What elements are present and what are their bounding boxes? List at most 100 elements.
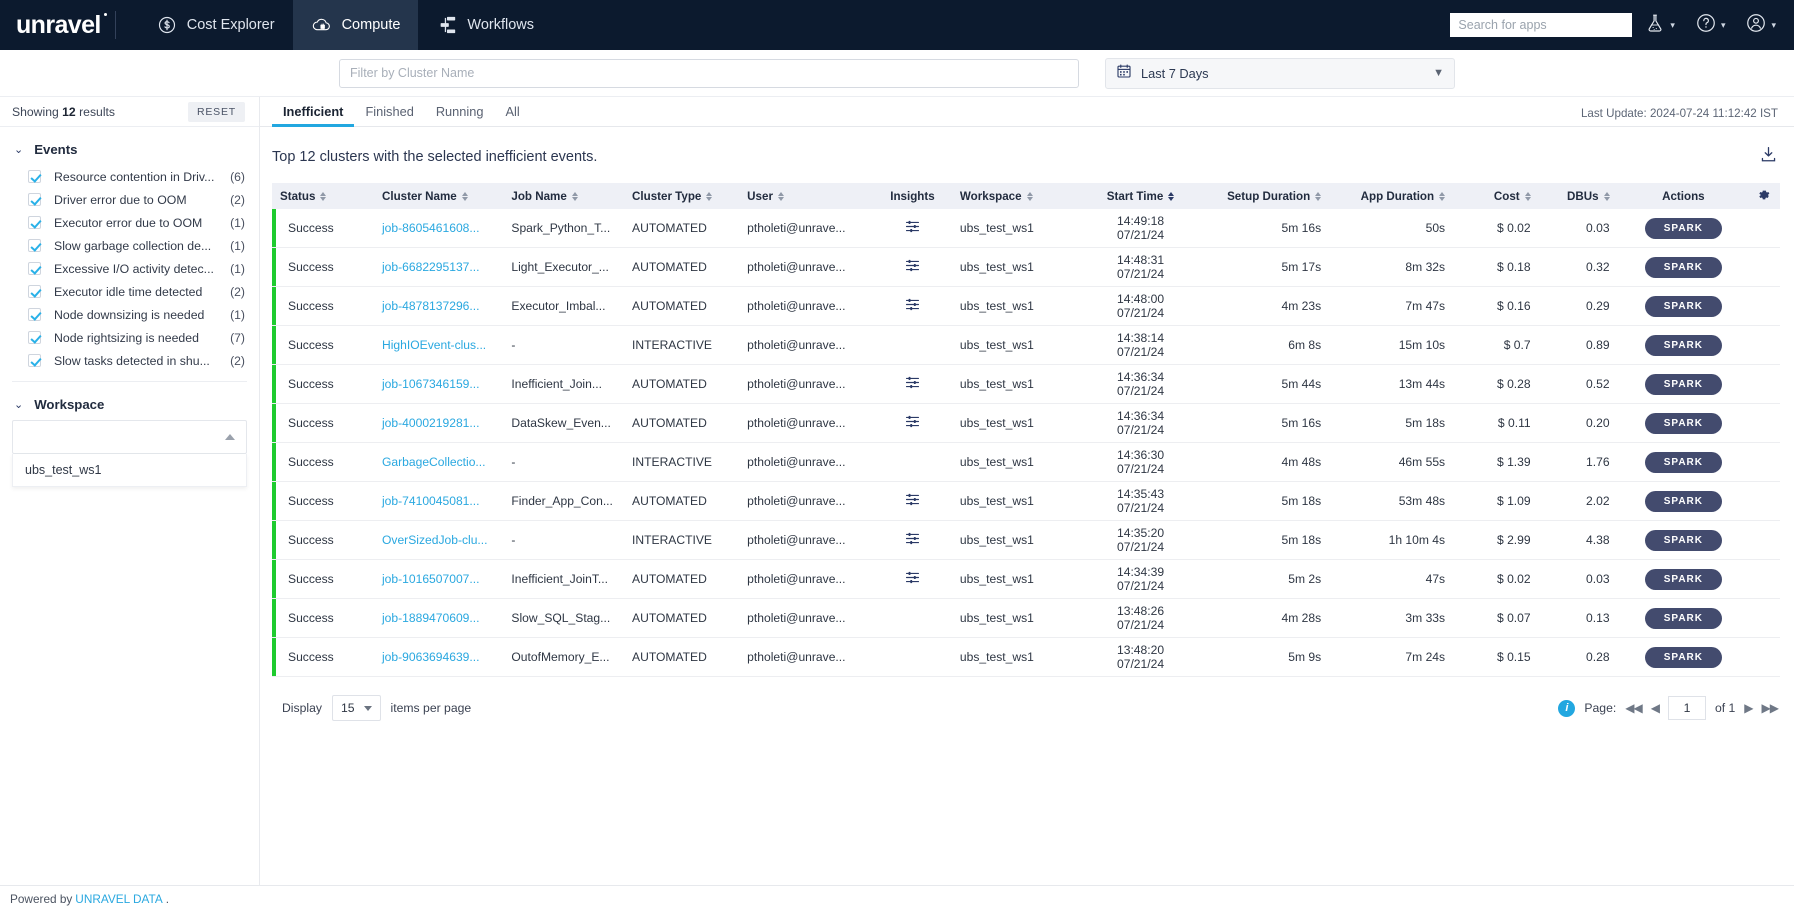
cluster-name-link[interactable]: job-1016507007... [382,572,480,586]
cell-actions[interactable]: SPARK [1618,443,1750,482]
spark-action-button[interactable]: SPARK [1644,412,1722,434]
table-row[interactable]: Success job-7410045081... Finder_App_Con..… [272,481,1780,521]
nav-item-cost-explorer[interactable]: Cost Explorer [138,0,293,50]
sort-icon[interactable] [1168,191,1175,201]
cell-cluster-name[interactable]: job-9063694639... [374,638,503,677]
cell-cluster-name[interactable]: job-1889470609... [374,599,503,638]
insights-icon[interactable] [904,413,921,430]
cell-insights[interactable] [873,287,952,326]
workspace-section-header[interactable]: ⌄ Workspace [0,393,259,420]
column-header-job-name[interactable]: Job Name [503,183,625,209]
unravel-data-link[interactable]: UNRAVEL DATA [75,892,162,906]
column-header-workspace[interactable]: Workspace [951,183,1082,209]
table-row[interactable]: Success HighIOEvent-clus... - INTERACTIVE pt… [272,325,1780,365]
cell-cluster-name[interactable]: job-7410045081... [374,482,503,521]
event-filter-item[interactable]: Excessive I/O activity detec... (1) [0,257,259,280]
cell-insights[interactable] [873,521,952,560]
cluster-name-link[interactable]: job-7410045081... [382,494,480,508]
cell-actions[interactable]: SPARK [1618,365,1750,404]
insights-icon[interactable] [904,569,921,586]
column-header-dbus[interactable]: DBUs [1538,183,1618,209]
table-row[interactable]: Success job-4878137296... Executor_Imbal..… [272,286,1780,326]
sort-icon[interactable] [777,191,784,201]
cell-actions[interactable]: SPARK [1618,209,1750,248]
column-header-cost[interactable]: Cost [1453,183,1539,209]
event-filter-item[interactable]: Slow garbage collection de... (1) [0,234,259,257]
cell-actions[interactable]: SPARK [1618,404,1750,443]
column-header-app-duration[interactable]: App Duration [1329,183,1454,209]
spark-action-button[interactable]: SPARK [1644,529,1722,551]
event-filter-checkbox[interactable] [28,216,41,229]
table-row[interactable]: Success job-6682295137... Light_Executor_.… [272,247,1780,287]
cell-insights[interactable] [873,560,952,599]
cell-actions[interactable]: SPARK [1618,287,1750,326]
prev-page-icon[interactable]: ◀ [1651,701,1660,715]
event-filter-checkbox[interactable] [28,170,41,183]
table-row[interactable]: Success job-1889470609... Slow_SQL_Stag...… [272,598,1780,638]
insights-icon[interactable] [904,374,921,391]
current-page-input[interactable] [1667,696,1706,720]
sort-icon[interactable] [706,191,713,201]
cell-actions[interactable]: SPARK [1618,638,1750,677]
spark-action-button[interactable]: SPARK [1644,568,1722,590]
labs-menu-button[interactable]: ▾ [1636,12,1683,39]
column-settings-header[interactable] [1749,183,1780,209]
event-filter-checkbox[interactable] [28,193,41,206]
event-filter-checkbox[interactable] [28,285,41,298]
date-range-selector[interactable]: Last 7 Days ▼ [1105,57,1455,89]
cell-actions[interactable]: SPARK [1618,599,1750,638]
cell-insights[interactable] [873,443,952,482]
reset-filters-button[interactable]: RESET [187,101,245,122]
cluster-name-link[interactable]: job-6682295137... [382,260,480,274]
cell-cluster-name[interactable]: GarbageCollectio... [374,443,503,482]
search-apps-input[interactable] [1450,13,1633,37]
cluster-name-link[interactable]: OverSizedJob-clu... [382,533,488,547]
sort-icon[interactable] [461,191,468,201]
cell-insights[interactable] [873,248,952,287]
table-row[interactable]: Success job-9063694639... OutofMemory_E...… [272,637,1780,677]
spark-action-button[interactable]: SPARK [1644,256,1722,278]
event-filter-item[interactable]: Resource contention in Driv... (6) [0,165,259,188]
cell-actions[interactable]: SPARK [1618,482,1750,521]
insights-icon[interactable] [904,218,921,235]
cell-insights[interactable] [873,365,952,404]
event-filter-checkbox[interactable] [28,239,41,252]
workspace-select[interactable] [12,420,247,454]
table-row[interactable]: Success job-1016507007... Inefficient_Join… [272,559,1780,599]
cluster-name-filter-input[interactable] [339,58,1079,88]
table-row[interactable]: Success GarbageCollectio... - INTERACTIVE pt… [272,442,1780,482]
cluster-name-link[interactable]: GarbageCollectio... [382,455,486,469]
cell-actions[interactable]: SPARK [1618,248,1750,287]
event-filter-checkbox[interactable] [28,262,41,275]
gear-icon[interactable] [1757,190,1771,205]
sort-icon[interactable] [1524,191,1531,201]
column-header-cluster-name[interactable]: Cluster Name [373,183,504,209]
event-filter-checkbox[interactable] [28,331,41,344]
sort-icon[interactable] [1603,191,1610,201]
cluster-name-link[interactable]: job-1889470609... [382,611,480,625]
info-icon[interactable]: i [1558,699,1576,717]
event-filter-checkbox[interactable] [28,308,41,321]
page-size-select[interactable]: 15 [331,695,381,721]
last-page-icon[interactable]: ▶▶ [1762,701,1779,715]
next-page-icon[interactable]: ▶ [1744,701,1753,715]
tab-inefficient[interactable]: Inefficient [272,104,355,127]
cell-cluster-name[interactable]: job-4878137296... [374,287,503,326]
cell-cluster-name[interactable]: job-6682295137... [374,248,503,287]
cell-insights[interactable] [873,638,952,677]
event-filter-item[interactable]: Driver error due to OOM (2) [0,188,259,211]
cell-insights[interactable] [873,482,952,521]
nav-item-compute[interactable]: Compute [292,0,419,50]
cluster-name-link[interactable]: job-8605461608... [382,221,480,235]
tab-all[interactable]: All [494,104,530,126]
cell-insights[interactable] [873,404,952,443]
events-section-header[interactable]: ⌄ Events [0,138,259,165]
table-row[interactable]: Success job-8605461608... Spark_Python_T..… [272,209,1780,248]
sort-icon[interactable] [1439,191,1446,201]
workspace-option[interactable]: ubs_test_ws1 [13,454,246,486]
event-filter-item[interactable]: Executor error due to OOM (1) [0,211,259,234]
cell-cluster-name[interactable]: job-1067346159... [374,365,503,404]
spark-action-button[interactable]: SPARK [1644,646,1722,668]
first-page-icon[interactable]: ◀◀ [1625,701,1642,715]
cluster-name-link[interactable]: HighIOEvent-clus... [382,338,486,352]
